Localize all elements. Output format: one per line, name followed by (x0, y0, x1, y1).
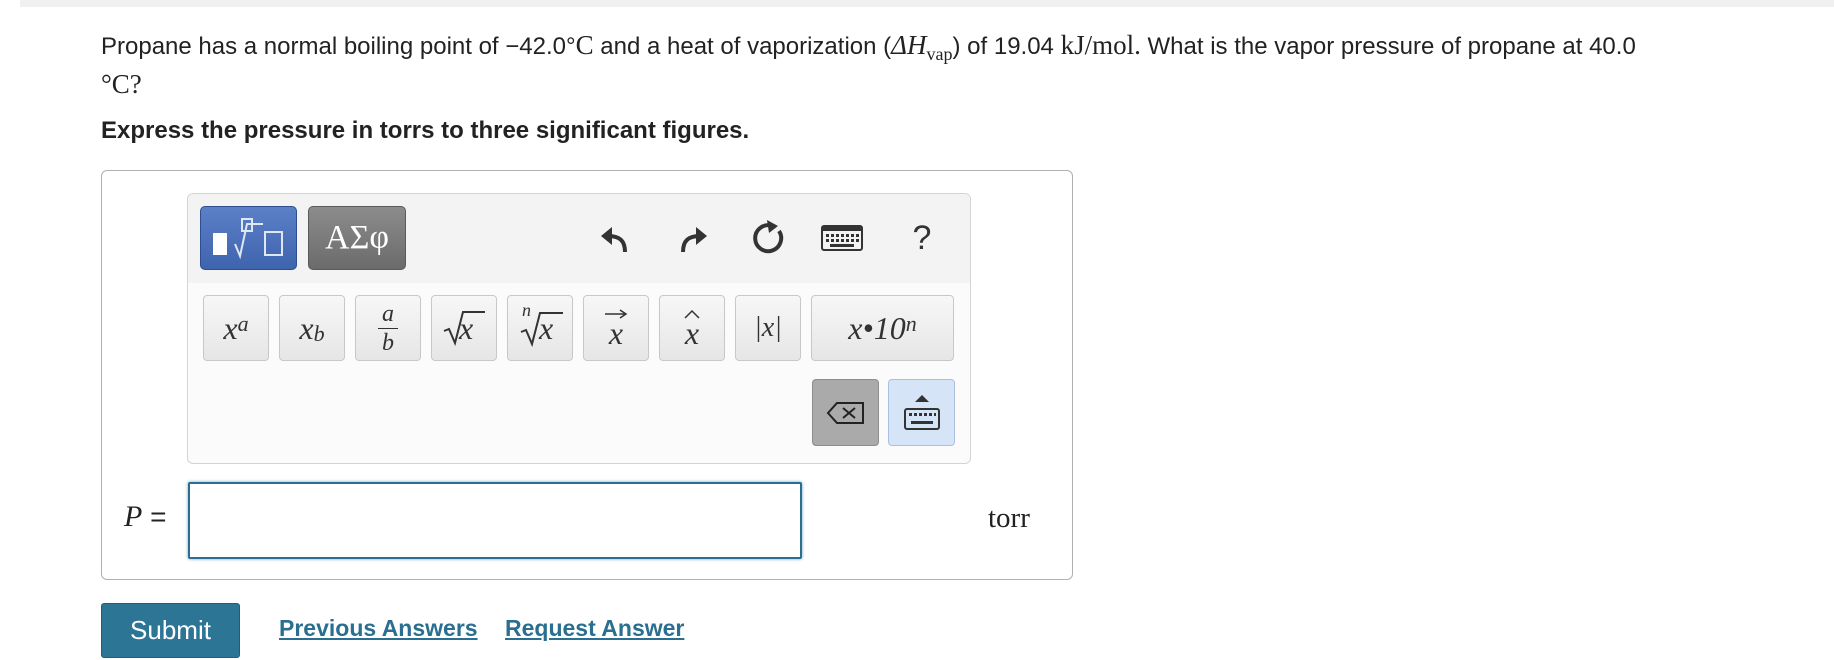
temperature-unit: C (575, 30, 594, 60)
math-toolbar: ΑΣφ ? xa x b a b x n x x x |x| x•10 n (187, 193, 971, 464)
redo-button[interactable] (671, 216, 715, 260)
redo-icon (681, 227, 707, 253)
question-text: Propane has a normal boiling point of −4… (101, 27, 1834, 104)
question-part: and a heat of vaporization ( (593, 33, 892, 60)
vector-template-button[interactable]: x (583, 295, 649, 361)
temperature-unit: °C? (101, 69, 142, 99)
absolute-value-template-button[interactable]: |x| (735, 295, 801, 361)
fraction-numerator: a (378, 302, 398, 329)
submit-button[interactable]: Submit (101, 603, 240, 658)
sci-exponent: n (905, 311, 917, 336)
request-answer-link[interactable]: Request Answer (505, 615, 684, 642)
template-base: x (223, 309, 238, 346)
sci-label: x•10 (848, 309, 906, 346)
backspace-button[interactable] (812, 379, 879, 446)
reset-icon (753, 220, 784, 254)
temperature-value: −42.0° (505, 33, 576, 60)
template-subscript: b (313, 321, 325, 346)
subscript-template-button[interactable]: xb (279, 295, 345, 361)
previous-answers-link[interactable]: Previous Answers (279, 615, 478, 642)
fraction-denominator: b (382, 329, 394, 356)
template-base: x (299, 309, 314, 346)
enthalpy-symbol: ΔH (891, 30, 927, 60)
keyboard-toggle-button[interactable] (888, 379, 955, 446)
greek-mode-button[interactable]: ΑΣφ (308, 206, 406, 270)
question-part: What is the vapor pressure of propane at… (1140, 33, 1636, 60)
template-exponent: a (237, 311, 249, 336)
equals-sign: = (142, 501, 167, 532)
greek-mode-label: ΑΣφ (325, 219, 389, 256)
variable-symbol: P (124, 500, 143, 533)
reset-button[interactable] (746, 216, 790, 260)
keyboard-icon (821, 225, 863, 251)
variable-label: P = (124, 500, 166, 534)
help-label: ? (912, 218, 932, 257)
unit-label: torr (988, 502, 1030, 534)
undo-button[interactable] (593, 216, 637, 260)
backspace-icon (826, 401, 864, 424)
root-index: n (522, 300, 531, 320)
help-button[interactable]: ? (900, 216, 944, 260)
keyboard-button[interactable] (817, 216, 867, 260)
top-bar (20, 0, 1834, 7)
sqrt-argument: x (459, 310, 474, 346)
abs-label: |x| (754, 312, 782, 343)
square-root-template-icon (212, 218, 283, 260)
scientific-notation-button[interactable]: x•10 n (811, 295, 954, 361)
math-mode-button[interactable] (200, 206, 297, 270)
vector-argument: x (608, 315, 624, 351)
hat-argument: x (684, 315, 700, 351)
question-part: Propane has a normal boiling point of (101, 33, 506, 60)
fraction-template-button[interactable]: a b (355, 295, 421, 361)
undo-icon (601, 227, 627, 253)
root-argument: x (539, 310, 554, 346)
instruction: Express the pressure in torrs to three s… (101, 117, 750, 144)
enthalpy-unit: kJ/mol. (1060, 30, 1141, 60)
power-template-button[interactable]: xa (203, 295, 269, 361)
hat-template-button[interactable]: x (659, 295, 725, 361)
enthalpy-subscript: vap (926, 44, 953, 64)
keyboard-toggle-icon (903, 394, 940, 430)
nth-root-template-button[interactable]: n x (507, 295, 573, 361)
answer-input[interactable] (188, 482, 802, 559)
question-part: ) of 19.04 (952, 33, 1061, 60)
sqrt-template-button[interactable]: x (431, 295, 497, 361)
